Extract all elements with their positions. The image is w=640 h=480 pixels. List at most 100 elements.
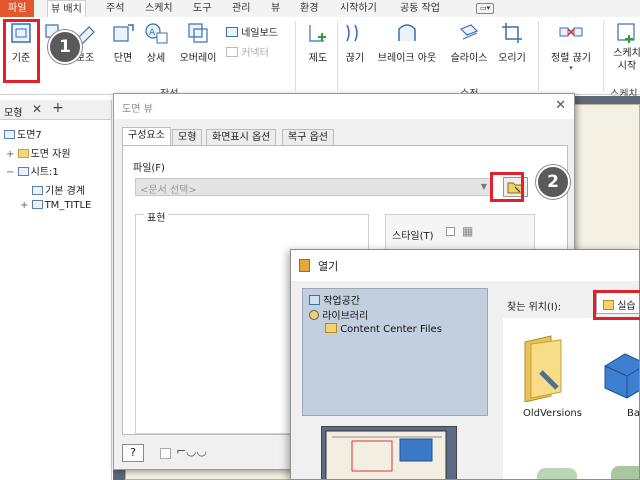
draft-view-icon <box>309 25 326 42</box>
tab-manage[interactable]: 관리 <box>229 0 253 17</box>
locations-list: 작업공간 라이브러리 Content Center Files <box>302 288 488 416</box>
border-icon <box>32 186 43 195</box>
ribbon-more-dropdown[interactable]: ▭▾ <box>476 3 495 14</box>
tree-item-drawing[interactable]: 도면7 <box>4 126 42 141</box>
breakout-button[interactable]: 브레이크 아웃 <box>375 21 439 64</box>
file-list: OldVersions Bas <box>503 318 639 479</box>
sheet-icon <box>17 167 29 176</box>
ribbon-tab-bar: 파일 뷰 배치 주석 스케치 도구 관리 뷰 환경 시작하기 공동 작업 ▭▾ <box>0 0 640 17</box>
tab-collaborate[interactable]: 공동 작업 <box>397 0 443 17</box>
file-item-partial[interactable] <box>611 466 639 479</box>
folder-icon <box>17 149 29 158</box>
open-dialog-titlebar: 열기 <box>291 250 639 281</box>
preview-thumbnail-icon <box>325 430 447 479</box>
connector-icon <box>226 47 238 57</box>
tree-item-sheet[interactable]: − 시트:1 <box>6 163 59 178</box>
crop-icon <box>502 23 522 43</box>
workspace-icon <box>309 295 320 305</box>
style-label: 스타일(T) <box>392 231 434 242</box>
slice-icon <box>459 24 479 40</box>
highlight-look-in <box>593 290 640 320</box>
close-icon[interactable]: ✕ <box>555 98 566 113</box>
tab-model[interactable]: 모형 <box>172 129 203 146</box>
open-file-dialog: 열기 작업공간 라이브러리 Content Center Files 찾는 위치… <box>290 249 640 480</box>
glasses-icon: ⌐◡◡ <box>176 444 207 458</box>
break-icon <box>346 24 358 42</box>
collapse-icon[interactable]: − <box>6 167 14 178</box>
callout-badge-2: 2 <box>536 165 570 199</box>
tree-item-default-border[interactable]: 기본 경계 <box>32 182 85 197</box>
location-content-center[interactable]: Content Center Files <box>325 323 442 335</box>
overlay-view-button[interactable]: 오버레이 <box>176 21 220 64</box>
section-view-icon <box>113 24 134 42</box>
title-block-icon <box>31 200 43 209</box>
nailboard-icon <box>226 27 238 37</box>
browser-tab-model[interactable]: 모형 <box>4 104 22 119</box>
dialog-titlebar: 도면 뷰 ✕ <box>114 94 574 119</box>
draft-view-button[interactable]: 제도 <box>303 21 333 64</box>
tab-get-started[interactable]: 시작하기 <box>337 0 380 17</box>
library-icon <box>309 310 319 320</box>
help-button[interactable]: ? <box>122 444 144 462</box>
connector-button[interactable]: 커넥터 <box>226 44 269 59</box>
tab-environments[interactable]: 환경 <box>297 0 321 17</box>
tab-file[interactable]: 파일 <box>0 0 35 17</box>
section-view-button[interactable]: 단면 <box>108 21 138 64</box>
tree-item-drawing-resources[interactable]: + 도면 자원 <box>6 145 71 160</box>
look-in-label: 찾는 위치(I): <box>507 302 562 313</box>
drawing-icon <box>4 130 15 139</box>
ribbon-separator <box>603 21 604 91</box>
file-item-bas[interactable]: Bas <box>601 346 639 426</box>
breakout-icon <box>398 24 416 41</box>
open-dialog-title: 열기 <box>318 260 339 273</box>
detail-view-icon: A <box>145 23 168 44</box>
break-alignment-button[interactable]: 정렬 끊기 ▾ <box>545 21 597 72</box>
chevron-down-icon: ▼ <box>480 182 487 191</box>
folder-icon <box>325 323 337 333</box>
highlight-base-view <box>3 19 40 83</box>
tab-tools[interactable]: 도구 <box>190 0 214 17</box>
slice-button[interactable]: 슬라이스 <box>447 21 491 64</box>
style-checkbox[interactable] <box>446 227 455 236</box>
model-browser: 모형 ✕ + 도면7 + 도면 자원 − 시트:1 기본 경계 + TM_TIT… <box>0 100 112 480</box>
close-icon[interactable]: ✕ <box>32 102 42 116</box>
style-icon[interactable]: ▦ <box>462 224 473 238</box>
representation-label: 표현 <box>144 209 169 224</box>
tab-view[interactable]: 뷰 <box>268 0 283 17</box>
location-library[interactable]: 라이브러리 <box>309 307 368 322</box>
tab-recovery-options[interactable]: 복구 옵션 <box>282 129 334 146</box>
expand-icon[interactable]: + <box>6 149 14 160</box>
ribbon-separator <box>538 21 539 91</box>
file-label: 파일(F) <box>133 163 165 174</box>
inventor-icon <box>299 259 310 272</box>
folder-icon <box>524 335 562 403</box>
highlight-open-file <box>490 172 524 202</box>
dropdown-arrow-icon: ▾ <box>569 64 573 72</box>
file-preview <box>321 426 457 479</box>
expand-icon[interactable]: + <box>20 200 28 211</box>
detail-view-button[interactable]: A 상세 <box>141 21 171 64</box>
tree-item-title-block[interactable]: + TM_TITLE <box>20 200 91 211</box>
start-sketch-button[interactable]: 스케치 시작 <box>607 21 640 73</box>
break-alignment-icon <box>559 27 583 37</box>
nailboard-button[interactable]: 네일보드 <box>226 24 278 39</box>
browser-tab-bar: 모형 ✕ + <box>0 100 111 120</box>
dialog-title: 도면 뷰 <box>122 104 153 115</box>
overlay-view-icon <box>188 23 208 43</box>
tab-display-options[interactable]: 화면표시 옵션 <box>206 129 277 146</box>
file-item-oldversions[interactable]: OldVersions <box>517 332 582 422</box>
preview-checkbox[interactable] <box>160 448 171 459</box>
file-item-partial[interactable] <box>537 468 577 479</box>
break-button[interactable]: 끊기 <box>341 21 369 64</box>
tab-component[interactable]: 구성요소 <box>122 127 171 146</box>
tab-sketch[interactable]: 스케치 <box>142 0 176 17</box>
crop-button[interactable]: 오리기 <box>496 21 528 64</box>
ribbon-separator <box>295 21 296 91</box>
file-combo-value: <문서 선택> <box>140 185 197 196</box>
callout-badge-1: 1 <box>48 30 82 64</box>
location-workspace[interactable]: 작업공간 <box>309 292 360 307</box>
add-tab-icon[interactable]: + <box>52 100 64 116</box>
tab-place-views[interactable]: 뷰 배치 <box>47 0 86 17</box>
file-combo[interactable]: <문서 선택> ▼ <box>135 178 491 196</box>
tab-annotate[interactable]: 주석 <box>103 0 127 17</box>
